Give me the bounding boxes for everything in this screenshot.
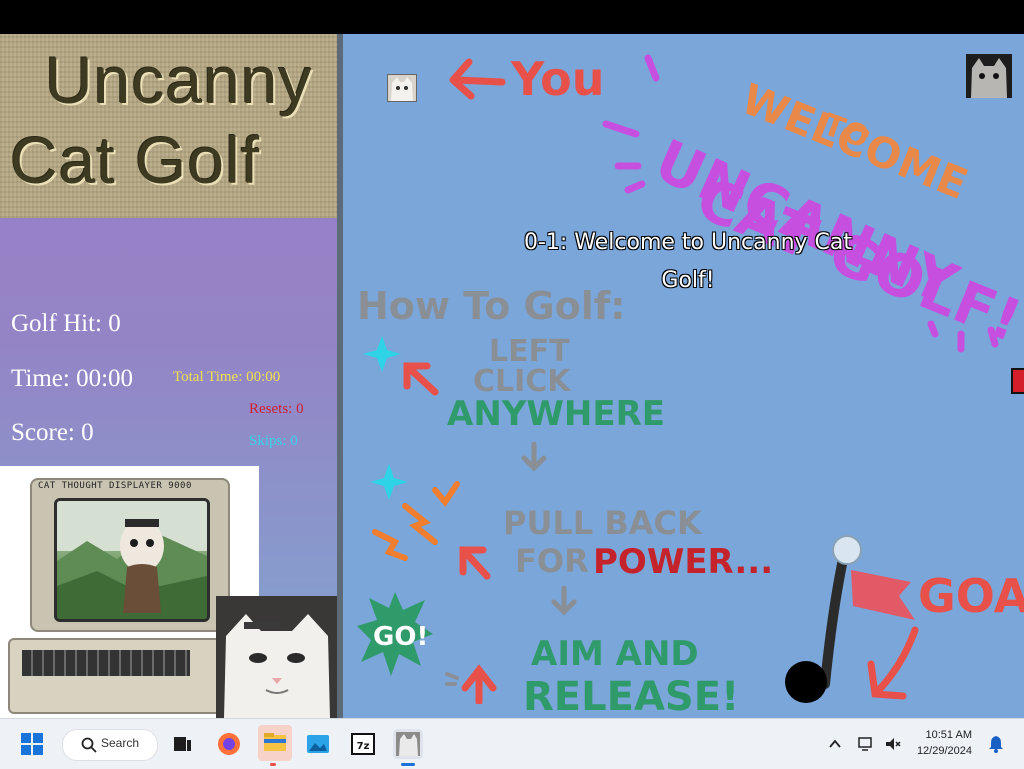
sparkle-lines-icon: [602, 54, 660, 194]
release-arrow-icon: [445, 664, 497, 704]
step2-for: FOR: [515, 542, 589, 580]
logo-line-1: Uncanny: [45, 43, 313, 117]
retro-keyboard: [8, 638, 222, 714]
score-counter: Score: 0: [11, 419, 94, 446]
cat-thought-screen: [54, 498, 210, 622]
active-app-indicator: [401, 763, 415, 766]
game-logo: Uncanny Cat Golf: [0, 34, 337, 218]
notification-bell-icon[interactable]: [988, 735, 1004, 753]
skips-counter: Skips: 0: [249, 433, 298, 449]
search-icon: [81, 737, 97, 753]
game-sidebar: Uncanny Cat Golf Golf Hit: 0 Time: 00:00…: [0, 34, 337, 718]
windows-start-icon[interactable]: [21, 733, 43, 755]
sparkle-lines-right-icon: [927, 320, 999, 353]
taskbar-clock[interactable]: 10:51 AM 12/29/2024: [908, 727, 972, 759]
window-top-bar: [0, 0, 1024, 34]
search-label: Search: [101, 736, 140, 750]
explorer-app-indicator: [270, 763, 276, 766]
chevron-up-icon[interactable]: [828, 737, 842, 751]
how-to-golf-heading: How To Golf:: [357, 284, 626, 328]
photos-app-icon[interactable]: [303, 729, 333, 759]
step3-aim: AIM AND: [531, 634, 699, 674]
svg-text:7z: 7z: [357, 741, 370, 752]
network-icon[interactable]: [858, 735, 876, 753]
step2-pull-back: PULL BACK: [503, 504, 702, 542]
keyboard-keys: [22, 650, 190, 676]
pull-burst-icon: [370, 464, 491, 580]
logo-line-2: Cat Golf: [10, 123, 261, 197]
down-arrow-1-icon: [521, 442, 547, 472]
level-timer: Time: 00:00: [11, 365, 134, 392]
cat-webcam-image: [216, 596, 337, 718]
click-burst-icon: [363, 336, 439, 396]
game-canvas[interactable]: You WELCOME TO UNCANNY CAT GOLF! 0-1: We…: [337, 34, 1024, 718]
goal-label: GOAL: [918, 569, 1024, 623]
uncanny-cat-golf-app-icon[interactable]: [393, 729, 423, 759]
file-explorer-icon[interactable]: [258, 725, 292, 761]
golf-hit-counter: Golf Hit: 0: [11, 310, 121, 337]
resets-counter: Resets: 0: [249, 401, 304, 417]
retro-monitor: CAT THOUGHT DISPLAYER 9000: [30, 478, 230, 632]
firefox-icon[interactable]: [214, 729, 244, 759]
player-cat-avatar: [387, 74, 417, 102]
you-label: You: [511, 52, 605, 106]
task-view-icon[interactable]: [168, 729, 198, 759]
clock-date: 12/29/2024: [916, 745, 972, 757]
monitor-label: CAT THOUGHT DISPLAYER 9000: [38, 481, 192, 491]
goal-cat-icon: [966, 54, 1012, 98]
step1-anywhere: ANYWHERE: [447, 394, 665, 434]
step2-power: POWER...: [593, 542, 774, 582]
goal-arrow-icon: [867, 626, 919, 700]
you-arrow-icon: [449, 58, 506, 100]
step3-release: RELEASE!: [523, 674, 740, 718]
go-label: GO!: [373, 622, 429, 652]
clock-time: 10:51 AM: [925, 729, 972, 741]
windows-taskbar: Search 7z 10:51 AM 12/29/2024: [0, 718, 1024, 769]
taskbar-search-box[interactable]: Search: [62, 729, 158, 761]
offscreen-red-object: [1011, 368, 1024, 394]
speaker-muted-icon[interactable]: [884, 735, 902, 753]
total-time: Total Time: 00:00: [173, 369, 281, 385]
golf-hole: [785, 661, 827, 703]
7zip-icon[interactable]: 7z: [348, 729, 378, 759]
down-arrow-2-icon: [551, 586, 577, 616]
